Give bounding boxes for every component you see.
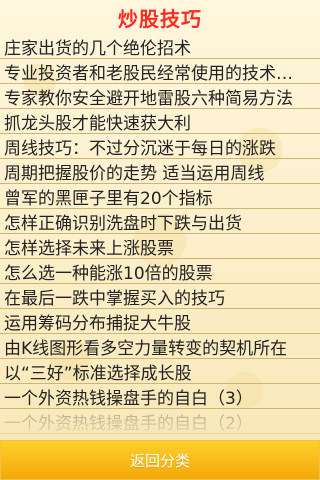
list-item-label: 在最后一跌中掌握买入的技巧 bbox=[4, 288, 225, 309]
list-item-label: 专业投资者和老股民经常使用的技术… bbox=[4, 63, 293, 84]
list-item[interactable]: 怎样正确识别洗盘时下跌与出货 bbox=[0, 209, 320, 234]
tips-list[interactable]: 庄家出货的几个绝伦招术 专业投资者和老股民经常使用的技术… 专家教你安全避开地雷… bbox=[0, 34, 320, 440]
list-item-label: 一个外资热钱操盘手的自白（2） bbox=[4, 413, 253, 434]
list-item[interactable]: 以“三好”标准选择成长股 bbox=[0, 359, 320, 384]
list-item[interactable]: 一个外资热钱操盘手的自白（2） bbox=[0, 409, 320, 434]
list-item[interactable]: 怎样选择未来上涨股票 bbox=[0, 234, 320, 259]
list-item-label: 周期把握股价的走势 适当运用周线 bbox=[4, 163, 265, 184]
page-title: 炒股技巧 bbox=[118, 6, 202, 31]
page-header: 炒股技巧 bbox=[0, 0, 320, 34]
list-item[interactable]: 曾军的黑匣子里有20个指标 bbox=[0, 184, 320, 209]
list-item[interactable]: 怎么选一种能涨10倍的股票 bbox=[0, 259, 320, 284]
list-item-label: 怎样选择未来上涨股票 bbox=[4, 238, 174, 259]
list-item-label: 周线技巧：不过分沉迷于每日的涨跌 bbox=[4, 138, 276, 159]
list-item[interactable]: 专家教你安全避开地雷股六种简易方法 bbox=[0, 84, 320, 109]
list-item-label: 以“三好”标准选择成长股 bbox=[4, 363, 192, 384]
list-item[interactable]: 专业投资者和老股民经常使用的技术… bbox=[0, 59, 320, 84]
back-to-category-button[interactable]: 返回分类 bbox=[0, 440, 320, 480]
list-item[interactable]: 一个外资热钱操盘手的自白（3） bbox=[0, 384, 320, 409]
list-item[interactable]: 运用筹码分布捕捉大牛股 bbox=[0, 309, 320, 334]
list-item[interactable]: 抓龙头股才能快速获大利 bbox=[0, 109, 320, 134]
list-item[interactable]: 周期把握股价的走势 适当运用周线 bbox=[0, 159, 320, 184]
list-item[interactable]: 周线技巧：不过分沉迷于每日的涨跌 bbox=[0, 134, 320, 159]
list-item-label: 专家教你安全避开地雷股六种简易方法 bbox=[4, 88, 293, 109]
list-item-label: 抓龙头股才能快速获大利 bbox=[4, 113, 191, 134]
list-item-label: 曾军的黑匣子里有20个指标 bbox=[4, 188, 213, 209]
list-item[interactable]: 庄家出货的几个绝伦招术 bbox=[0, 34, 320, 59]
list-item[interactable]: 在最后一跌中掌握买入的技巧 bbox=[0, 284, 320, 309]
footer-bar: 返回分类 bbox=[0, 440, 320, 480]
list-item-label: 运用筹码分布捕捉大牛股 bbox=[4, 313, 191, 334]
list-item-label: 怎样正确识别洗盘时下跌与出货 bbox=[4, 213, 242, 234]
list-item-label: 一个外资热钱操盘手的自白（3） bbox=[4, 388, 253, 409]
list-item-label: 由K线图形看多空力量转变的契机所在 bbox=[4, 338, 288, 359]
list-item-label: 庄家出货的几个绝伦招术 bbox=[4, 38, 191, 59]
list-item[interactable]: 由K线图形看多空力量转变的契机所在 bbox=[0, 334, 320, 359]
list-item-label: 怎么选一种能涨10倍的股票 bbox=[4, 263, 213, 284]
